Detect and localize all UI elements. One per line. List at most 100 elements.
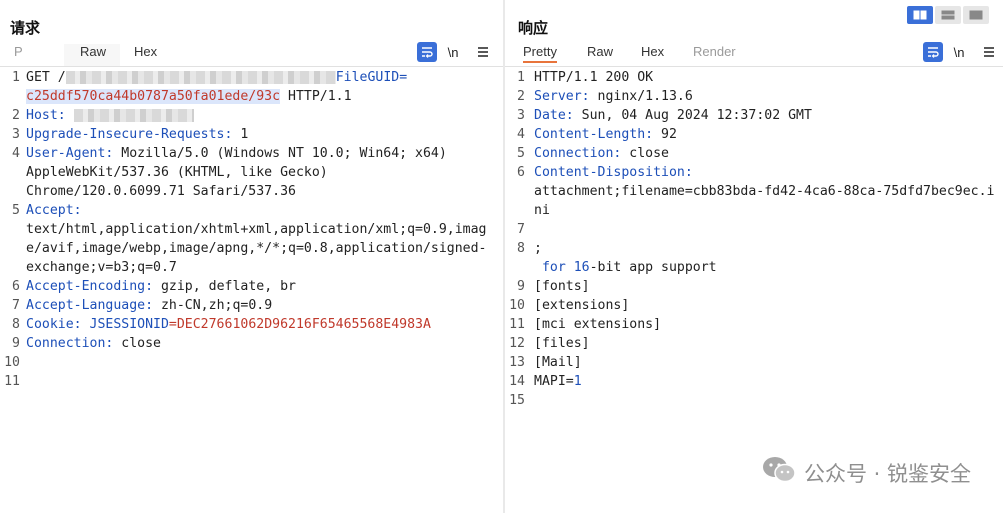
header-key: Cookie: [26, 317, 82, 332]
line-number: 5 [12, 203, 20, 218]
watermark: 公众号 · 锐鉴安全 [762, 456, 971, 489]
header-key: Date: [534, 108, 574, 123]
newline-toggle[interactable]: \n [949, 42, 969, 62]
line-number: 1 [12, 70, 20, 85]
request-pane: 请求 P Raw Hex \n 1 GET / FileGUID= c25ddf570… [0, 0, 504, 513]
code-line: Cookie: JSESSIONID=DEC27661062D96216F654… [26, 315, 431, 334]
wechat-icon [762, 456, 796, 489]
line-number: 4 [517, 127, 525, 142]
wrap-icon[interactable] [417, 42, 437, 62]
header-value: [files] [534, 336, 590, 351]
code-line: Server: nginx/1.13.6 [534, 87, 693, 106]
header-key: Connection: [534, 146, 622, 161]
header-value: [mci extensions] [534, 317, 662, 332]
header-value: attachment;filename=cbb83bda-fd42-4ca6-8… [534, 184, 995, 199]
header-value: HTTP/1.1 [280, 89, 352, 104]
code-line: [mci extensions] [534, 315, 661, 334]
tab-render[interactable]: Render [693, 44, 736, 59]
code-line: Upgrade-Insecure-Requests: 1 [26, 125, 248, 144]
code-line: [Mail] [534, 353, 582, 372]
header-key: Upgrade-Insecure-Requests: [26, 127, 233, 142]
header-value: gzip, deflate, br [153, 279, 296, 294]
line-number: 9 [517, 279, 525, 294]
line-number: 11 [4, 374, 20, 389]
code-line: User-Agent: Mozilla/5.0 (Windows NT 10.0… [26, 144, 447, 163]
header-value: MAPI= [534, 374, 574, 389]
code-line: Content-Disposition: [534, 163, 693, 182]
code-line: [fonts] [534, 277, 590, 296]
line-number: 9 [12, 336, 20, 351]
code-line: attachment;filename=cbb83bda-fd42-4ca6-8… [534, 182, 995, 201]
header-value: e/avif,image/webp,image/apng,*/*;q=0.8,a… [26, 241, 487, 256]
split-horizontal-icon[interactable] [907, 6, 933, 24]
tab-hex[interactable]: Hex [641, 44, 664, 59]
line-number: 15 [509, 393, 525, 408]
code-line: Accept-Language: zh-CN,zh;q=0.9 [26, 296, 272, 315]
header-key: Host: [26, 108, 66, 123]
code-line: e/avif,image/webp,image/apng,*/*;q=0.8,a… [26, 239, 487, 258]
code-line: Accept: [26, 201, 82, 220]
code-line: Connection: close [534, 144, 669, 163]
header-value: FileGUID= [335, 70, 408, 85]
line-number: 6 [517, 165, 525, 180]
line-number: 14 [509, 374, 525, 389]
code-line: Chrome/120.0.6099.71 Safari/537.36 [26, 182, 296, 201]
number-token: 16 [573, 260, 590, 275]
line-number: 8 [12, 317, 20, 332]
menu-icon[interactable] [473, 42, 493, 62]
response-pane: 响应 Pretty Raw Hex Render \n 1 HTTP/1.1 20… [505, 0, 1003, 513]
redacted-host [73, 108, 194, 122]
request-title: 请求 [10, 20, 41, 37]
header-key: Accept: [26, 203, 82, 218]
line-number: 3 [517, 108, 525, 123]
menu-icon[interactable] [979, 42, 999, 62]
header-key: Connection: [26, 336, 114, 351]
code-line: for 16-bit app support [534, 258, 717, 277]
code-line: ; [534, 239, 542, 258]
header-value: AppleWebKit/537.36 (KHTML, like Gecko) [26, 165, 328, 180]
header-key: Accept-Encoding: [26, 279, 154, 294]
code-line: Host: [26, 106, 194, 125]
header-value: close [621, 146, 669, 161]
code-line: GET / FileGUID= [26, 68, 407, 87]
code-line: MAPI=1 [534, 372, 582, 391]
line-number: 2 [12, 108, 20, 123]
line-number: 11 [509, 317, 525, 332]
header-value: exchange;v=b3;q=0.7 [26, 260, 177, 275]
tab-pretty[interactable]: Pretty [523, 44, 557, 63]
line-number: 2 [517, 89, 525, 104]
code-line: exchange;v=b3;q=0.7 [26, 258, 177, 277]
code-line: Date: Sun, 04 Aug 2024 12:37:02 GMT [534, 106, 812, 125]
header-value: JSESSIONID [81, 317, 169, 332]
header-value: nginx/1.13.6 [589, 89, 693, 104]
header-value: zh-CN,zh;q=0.9 [153, 298, 273, 313]
header-value: [fonts] [534, 279, 590, 294]
header-value: for [534, 260, 574, 275]
tab-raw[interactable]: Raw [587, 44, 613, 59]
value-highlight: 1 [573, 374, 582, 389]
line-number: 3 [12, 127, 20, 142]
code-line: ni [534, 201, 550, 220]
code-line: Connection: close [26, 334, 161, 353]
tab-raw[interactable]: Raw [80, 44, 106, 59]
wrap-icon[interactable] [923, 42, 943, 62]
tab-hex[interactable]: Hex [134, 44, 157, 59]
split-vertical-icon[interactable] [935, 6, 961, 24]
value-highlight: =DEC27661062D96216F65465568E4983A [168, 317, 431, 332]
single-pane-icon[interactable] [963, 6, 989, 24]
line-number: 10 [509, 298, 525, 313]
line-number: 7 [12, 298, 20, 313]
line-number: 5 [517, 146, 525, 161]
header-value: Sun, 04 Aug 2024 12:37:02 GMT [573, 108, 812, 123]
code-line: HTTP/1.1 200 OK [534, 68, 653, 87]
code-line: Accept-Encoding: gzip, deflate, br [26, 277, 296, 296]
response-title: 响应 [518, 20, 549, 37]
code-line: [extensions] [534, 296, 629, 315]
redacted-path [65, 70, 336, 84]
line-number: 6 [12, 279, 20, 294]
code-line: [files] [534, 334, 590, 353]
layout-switcher [907, 6, 989, 24]
newline-toggle[interactable]: \n [443, 42, 463, 62]
line-number: 7 [517, 222, 525, 237]
tab-pretty-truncated[interactable]: P [14, 44, 23, 59]
